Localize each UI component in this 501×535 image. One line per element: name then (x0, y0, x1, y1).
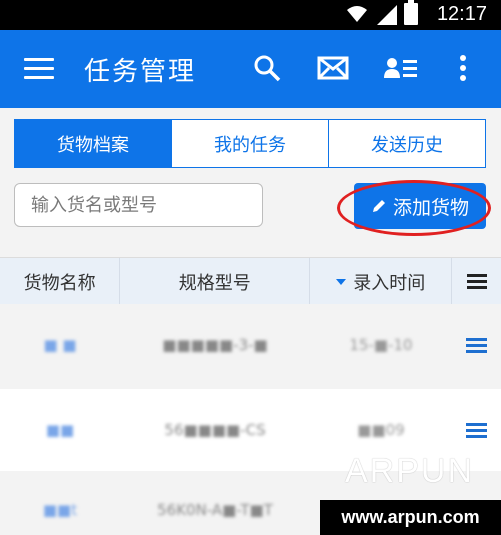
table-row[interactable]: ■ ■ ■■■■■-3-■ 15-■-10 (0, 304, 501, 386)
annotation-ellipse (337, 180, 491, 236)
row-goods-name: ■■t (42, 501, 78, 519)
signal-icon (377, 5, 397, 25)
row-model: 56■■■■-CS (164, 421, 266, 439)
sort-desc-icon (336, 278, 347, 285)
page-title: 任务管理 (84, 57, 197, 87)
column-header-time[interactable]: 录入时间 (310, 258, 453, 305)
tab-my-tasks[interactable]: 我的任务 (172, 120, 329, 167)
menu-icon[interactable] (24, 58, 54, 80)
battery-icon (404, 0, 418, 25)
watermark-url: www.arpun.com (320, 500, 501, 535)
tab-goods-archive[interactable]: 货物档案 (15, 120, 172, 167)
status-time: 12:17 (436, 3, 487, 25)
watermark-logo: ARPUN (345, 452, 475, 490)
mail-icon[interactable] (317, 56, 349, 80)
row-menu-icon[interactable] (452, 420, 501, 441)
more-vert-icon[interactable] (458, 54, 468, 82)
app-bar: 任务管理 (0, 30, 501, 108)
column-header-time-label: 录入时间 (353, 272, 426, 294)
wifi-icon (347, 6, 367, 22)
column-menu-icon[interactable] (452, 258, 501, 305)
column-header-model[interactable]: 规格型号 (120, 258, 311, 305)
table-header: 货物名称 规格型号 录入时间 (0, 257, 501, 306)
row-goods-name: ■■ (45, 421, 75, 439)
row-time: ■■09 (357, 421, 405, 439)
row-model: 56K0N-A■-T■T (157, 501, 273, 519)
search-input[interactable] (14, 183, 263, 227)
tab-send-history[interactable]: 发送历史 (329, 120, 485, 167)
tab-bar: 货物档案 我的任务 发送历史 (14, 119, 486, 168)
row-model: ■■■■■-3-■ (162, 336, 268, 354)
row-goods-name: ■ ■ (43, 336, 77, 354)
contact-card-icon[interactable] (383, 56, 419, 80)
status-bar: 12:17 (0, 0, 501, 30)
column-header-name[interactable]: 货物名称 (0, 258, 121, 305)
row-time: 15-■-10 (349, 336, 413, 354)
search-icon[interactable] (253, 54, 281, 82)
row-menu-icon[interactable] (452, 335, 501, 356)
